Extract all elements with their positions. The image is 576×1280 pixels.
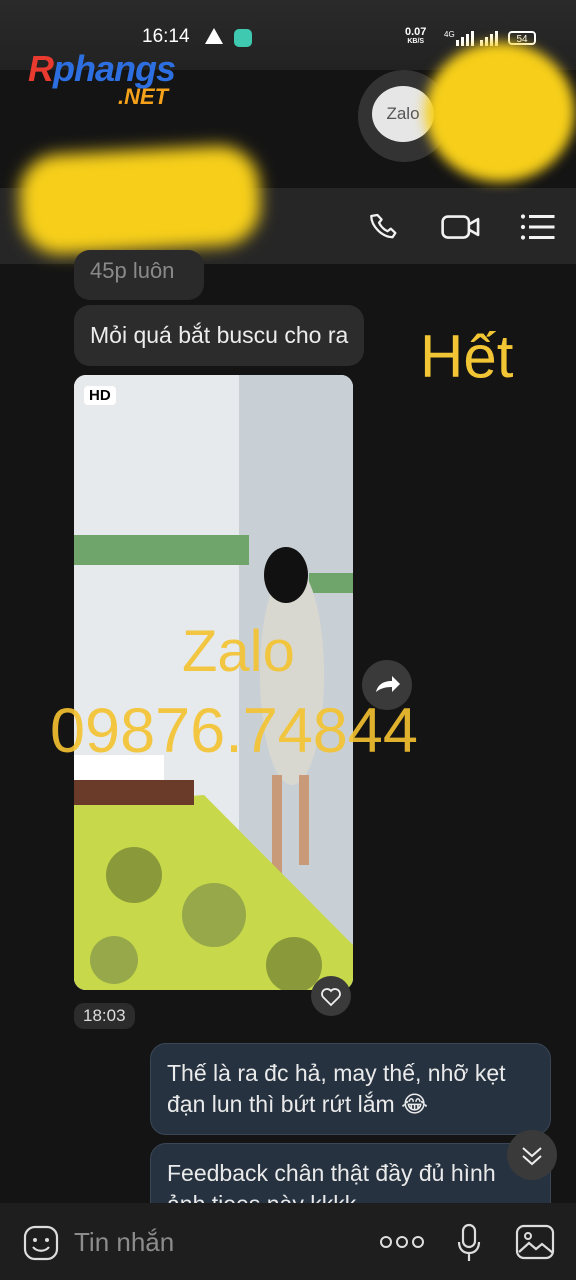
status-time: 16:14 [142, 26, 190, 47]
site-logo-sub: .NET [118, 84, 169, 109]
signal-icon [456, 30, 474, 46]
redaction-blob [17, 143, 263, 257]
message-input[interactable]: Tin nhắn [74, 1227, 174, 1258]
more-options-icon[interactable] [378, 1234, 426, 1250]
phone-icon[interactable] [368, 210, 402, 244]
hd-badge: HD [84, 386, 116, 405]
app-notification-icon [234, 29, 252, 47]
share-arrow-icon [376, 676, 400, 692]
video-call-icon[interactable] [440, 210, 482, 244]
warning-icon [205, 28, 223, 44]
message-outgoing[interactable]: Thế là ra đc hả, may thế, nhỡ kẹt đạn lu… [150, 1043, 551, 1135]
emoji-icon[interactable] [22, 1224, 60, 1262]
network-speed: 0.07 KB/S [405, 26, 427, 46]
react-button[interactable] [311, 976, 351, 1016]
share-button[interactable] [362, 660, 412, 710]
message-partial: 45p luôn [74, 250, 204, 300]
scroll-down-button[interactable] [507, 1130, 557, 1180]
heart-icon [321, 988, 341, 1007]
watermark-zalo: Zalo [182, 619, 295, 684]
menu-icon[interactable] [520, 212, 556, 242]
network-type: 4G [444, 30, 455, 39]
redaction-blob-2 [425, 42, 575, 182]
overlay-caption: Hết [420, 323, 514, 390]
message-timestamp: 18:03 [74, 1003, 135, 1029]
image-icon[interactable] [515, 1224, 555, 1260]
microphone-icon[interactable] [455, 1222, 483, 1264]
double-chevron-down-icon [522, 1147, 542, 1166]
message-incoming[interactable]: Mỏi quá bắt buscu cho ra [74, 305, 365, 366]
